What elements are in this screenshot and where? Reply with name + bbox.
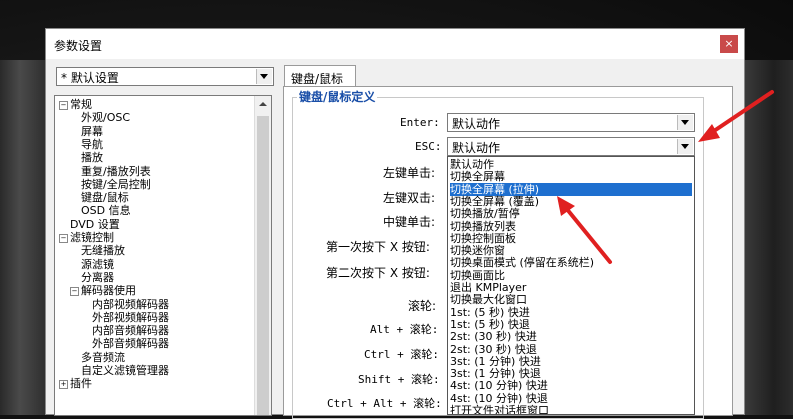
annotation-arrow-1 [698, 90, 774, 142]
annotation-arrows [557, 90, 774, 264]
annotation-arrow-2 [557, 196, 612, 264]
